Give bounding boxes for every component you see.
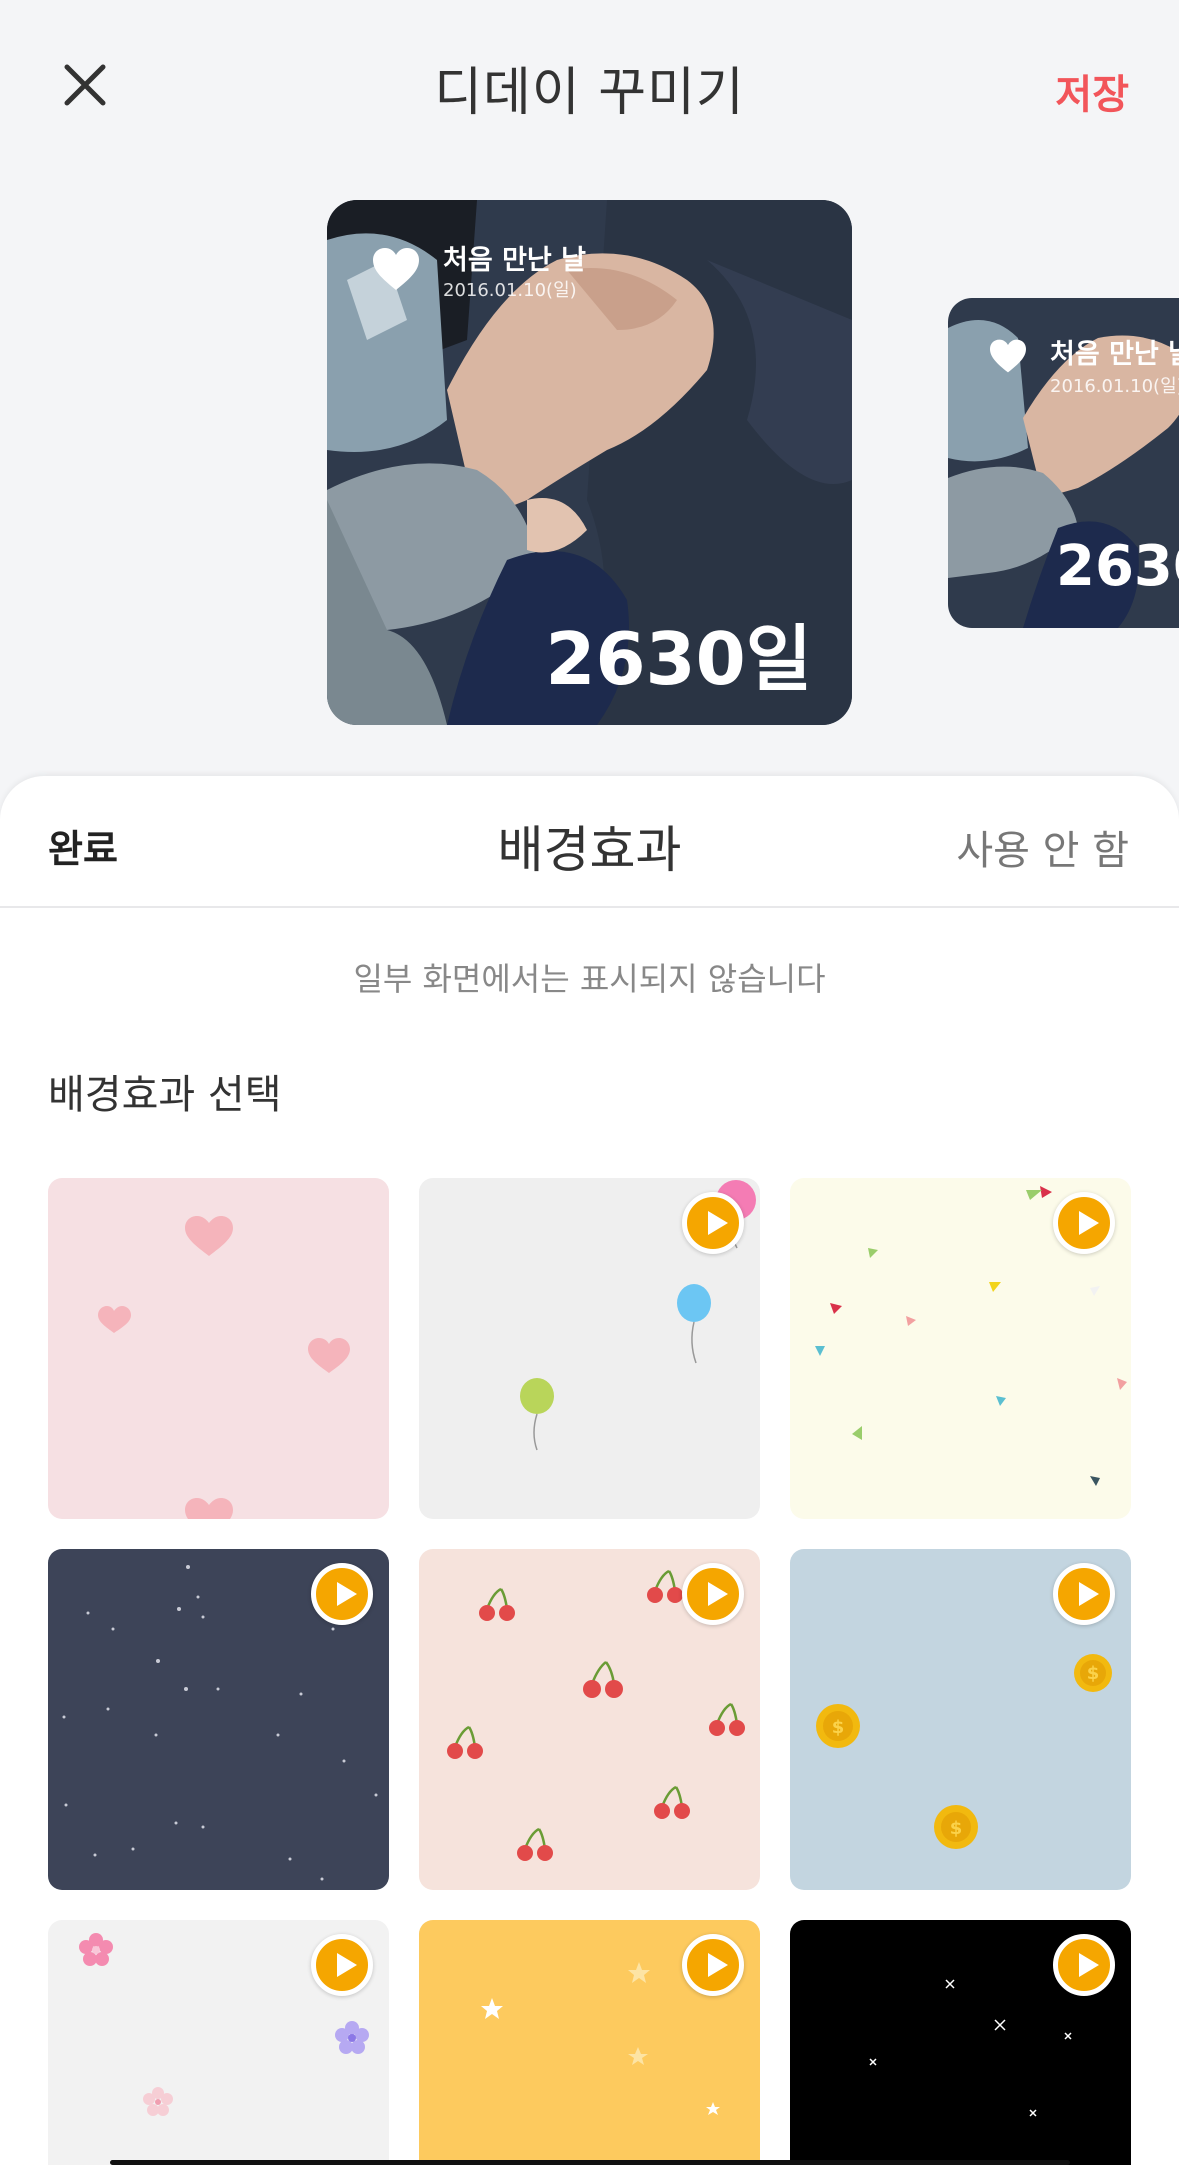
play-preview-button[interactable] — [682, 1934, 744, 1996]
preview-carousel[interactable]: 처음 만난 날 2016.01.10(일) 2630일 처음 만난 날 2016… — [0, 200, 1179, 730]
play-preview-button[interactable] — [311, 1934, 373, 1996]
hearts-effect-icon — [48, 1178, 389, 1519]
effect-tile-yellow-stars[interactable] — [419, 1920, 760, 2165]
page-title: 디데이 꾸미기 — [434, 63, 745, 123]
effect-tile-cherries[interactable] — [419, 1549, 760, 1890]
effect-tile-confetti[interactable] — [790, 1178, 1131, 1519]
dday-card-preview[interactable]: 처음 만난 날 2016.01.10(일) 2630일 — [327, 200, 852, 725]
effect-tile-flowers[interactable] — [48, 1920, 389, 2165]
svg-text:$: $ — [1087, 1663, 1100, 1684]
header: 디데이 꾸미기 저장 — [0, 0, 1179, 170]
heart-icon — [373, 248, 419, 290]
save-button[interactable]: 저장 — [1055, 62, 1129, 120]
play-preview-button[interactable] — [1053, 1192, 1115, 1254]
card-day-count: 2630일 — [545, 617, 812, 701]
effect-bottom-sheet: 완료 배경효과 사용 안 함 일부 화면에서는 표시되지 않습니다 배경효과 선… — [0, 776, 1179, 2165]
play-preview-button[interactable] — [682, 1192, 744, 1254]
effect-tile-balloons[interactable] — [419, 1178, 760, 1519]
play-preview-button[interactable] — [311, 1563, 373, 1625]
sheet-header: 완료 배경효과 사용 안 함 — [0, 776, 1179, 908]
heart-icon — [990, 339, 1026, 373]
effect-tile-coins[interactable]: $ $ $ — [790, 1549, 1131, 1890]
card-day-count: 2630 — [1056, 534, 1179, 599]
effect-tile-sparkles[interactable] — [790, 1920, 1131, 2165]
play-preview-button[interactable] — [682, 1563, 744, 1625]
section-label: 배경효과 선택 — [48, 1072, 282, 1118]
play-preview-button[interactable] — [1053, 1934, 1115, 1996]
svg-text:$: $ — [832, 1717, 845, 1738]
card-date: 2016.01.10(일) — [443, 280, 577, 301]
card-date: 2016.01.10(일) — [1050, 376, 1179, 397]
play-preview-button[interactable] — [1053, 1563, 1115, 1625]
card-title: 처음 만난 날 — [1050, 339, 1179, 370]
card-title: 처음 만난 날 — [443, 245, 586, 276]
effect-tile-hearts[interactable] — [48, 1178, 389, 1519]
svg-text:$: $ — [950, 1818, 963, 1839]
dday-card-preview-next[interactable]: 처음 만난 날 2016.01.10(일) 2630 — [948, 298, 1179, 628]
home-indicator — [110, 2160, 1070, 2165]
disable-effect-button[interactable]: 사용 안 함 — [956, 818, 1129, 876]
notice-text: 일부 화면에서는 표시되지 않습니다 — [353, 960, 826, 998]
effect-tile-night-stars[interactable] — [48, 1549, 389, 1890]
